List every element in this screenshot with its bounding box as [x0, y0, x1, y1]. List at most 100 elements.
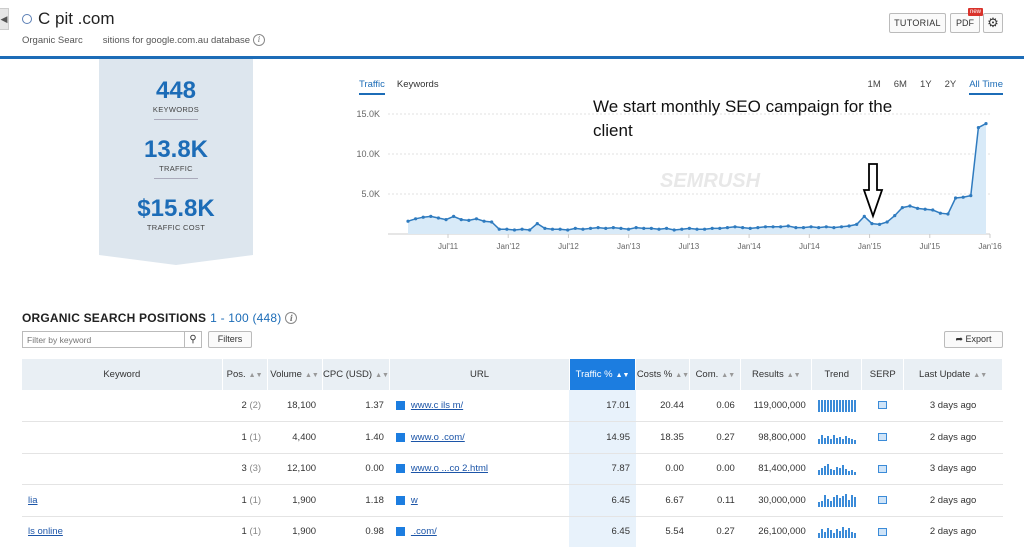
data-point[interactable] — [733, 225, 737, 229]
data-point[interactable] — [604, 226, 608, 230]
data-point[interactable] — [976, 126, 980, 130]
data-point[interactable] — [482, 219, 486, 223]
url-link[interactable]: www.o ...co 2.html — [411, 463, 488, 474]
range-2y[interactable]: 2Y — [945, 79, 957, 95]
export-button[interactable]: ➦ Export — [944, 331, 1003, 348]
keyword-link[interactable]: ls online — [28, 526, 63, 537]
data-point[interactable] — [946, 212, 950, 216]
data-point[interactable] — [953, 196, 958, 200]
sort-icon[interactable]: ▲▼ — [787, 372, 801, 379]
data-point[interactable] — [748, 226, 752, 230]
range-1y[interactable]: 1Y — [920, 79, 932, 95]
data-point[interactable] — [900, 206, 904, 210]
data-point[interactable] — [923, 207, 927, 211]
data-point[interactable] — [877, 222, 882, 226]
data-point[interactable] — [763, 225, 768, 229]
data-point[interactable] — [779, 225, 783, 229]
range-6m[interactable]: 6M — [894, 79, 907, 95]
data-point[interactable] — [786, 224, 790, 228]
external-link-icon[interactable] — [395, 464, 405, 474]
column-header-volume[interactable]: Volume ▲▼ — [267, 359, 323, 390]
data-point[interactable] — [984, 122, 988, 126]
data-point[interactable] — [505, 227, 509, 231]
url-link[interactable]: .com/ — [411, 526, 437, 537]
data-point[interactable] — [893, 214, 897, 218]
data-point[interactable] — [566, 228, 570, 232]
serp-icon[interactable] — [878, 464, 888, 473]
data-point[interactable] — [847, 224, 851, 228]
tutorial-button[interactable]: TUTORIAL — [889, 13, 946, 33]
data-point[interactable] — [938, 211, 942, 215]
data-point[interactable] — [436, 216, 441, 220]
data-point[interactable] — [839, 225, 844, 229]
data-point[interactable] — [421, 215, 425, 219]
data-point[interactable] — [725, 226, 730, 230]
data-point[interactable] — [718, 226, 722, 230]
gear-icon[interactable]: ⚙ — [983, 13, 1003, 33]
range-all-time[interactable]: All Time — [969, 79, 1003, 95]
data-point[interactable] — [657, 227, 661, 231]
data-point[interactable] — [520, 227, 524, 231]
data-point[interactable] — [870, 222, 874, 226]
data-point[interactable] — [642, 226, 646, 230]
data-point[interactable] — [915, 206, 920, 210]
data-point[interactable] — [444, 218, 448, 222]
data-point[interactable] — [459, 218, 463, 222]
data-point[interactable] — [611, 226, 615, 230]
column-header-last-update[interactable]: Last Update ▲▼ — [903, 359, 1003, 390]
data-point[interactable] — [588, 226, 593, 230]
data-point[interactable] — [664, 226, 669, 230]
data-point[interactable] — [414, 217, 418, 221]
data-point[interactable] — [832, 226, 836, 230]
data-point[interactable] — [741, 226, 745, 230]
back-tab-icon[interactable]: ◀ — [0, 8, 9, 30]
column-header-url[interactable]: URL — [389, 359, 570, 390]
external-link-icon[interactable] — [395, 495, 405, 505]
serp-icon[interactable] — [878, 527, 888, 536]
data-point[interactable] — [497, 227, 501, 231]
tab-keywords[interactable]: Keywords — [397, 79, 439, 95]
filters-button[interactable]: Filters — [208, 331, 252, 348]
data-point[interactable] — [961, 195, 965, 199]
section-info-icon[interactable]: i — [285, 312, 298, 324]
column-header-keyword[interactable]: Keyword — [22, 359, 223, 390]
external-link-icon[interactable] — [395, 432, 405, 442]
search-icon[interactable]: ⚲ — [184, 332, 201, 347]
data-point[interactable] — [619, 226, 623, 230]
data-point[interactable] — [680, 227, 684, 231]
filter-input[interactable] — [23, 332, 184, 347]
data-point[interactable] — [885, 220, 889, 224]
info-icon[interactable]: i — [253, 34, 266, 46]
data-point[interactable] — [703, 227, 707, 231]
data-point[interactable] — [855, 222, 859, 226]
data-point[interactable] — [931, 208, 935, 212]
url-link[interactable]: www.o .com/ — [411, 432, 465, 443]
sort-icon[interactable]: ▲▼ — [721, 372, 735, 379]
data-point[interactable] — [969, 194, 973, 198]
data-point[interactable] — [512, 228, 517, 232]
data-point[interactable] — [596, 226, 600, 230]
sort-icon[interactable]: ▲▼ — [375, 372, 389, 379]
data-point[interactable] — [429, 214, 433, 218]
data-point[interactable] — [474, 217, 479, 221]
external-link-icon[interactable] — [395, 527, 405, 537]
sort-icon[interactable]: ▲▼ — [249, 372, 263, 379]
data-point[interactable] — [862, 214, 866, 218]
serp-icon[interactable] — [878, 496, 888, 505]
data-point[interactable] — [710, 226, 714, 230]
data-point[interactable] — [490, 220, 494, 224]
column-header-pos[interactable]: Pos. ▲▼ — [222, 359, 268, 390]
data-point[interactable] — [543, 226, 547, 230]
range-1m[interactable]: 1M — [868, 79, 881, 95]
url-link[interactable]: w — [411, 495, 418, 506]
serp-icon[interactable] — [878, 433, 888, 442]
column-header-traffic[interactable]: Traffic % ▲▼ — [569, 359, 637, 390]
data-point[interactable] — [452, 214, 456, 218]
sort-icon[interactable]: ▲▼ — [305, 372, 319, 379]
data-point[interactable] — [649, 226, 653, 230]
data-point[interactable] — [801, 226, 806, 230]
data-point[interactable] — [626, 227, 631, 231]
data-point[interactable] — [535, 222, 539, 226]
data-point[interactable] — [809, 225, 813, 229]
data-point[interactable] — [817, 226, 821, 230]
